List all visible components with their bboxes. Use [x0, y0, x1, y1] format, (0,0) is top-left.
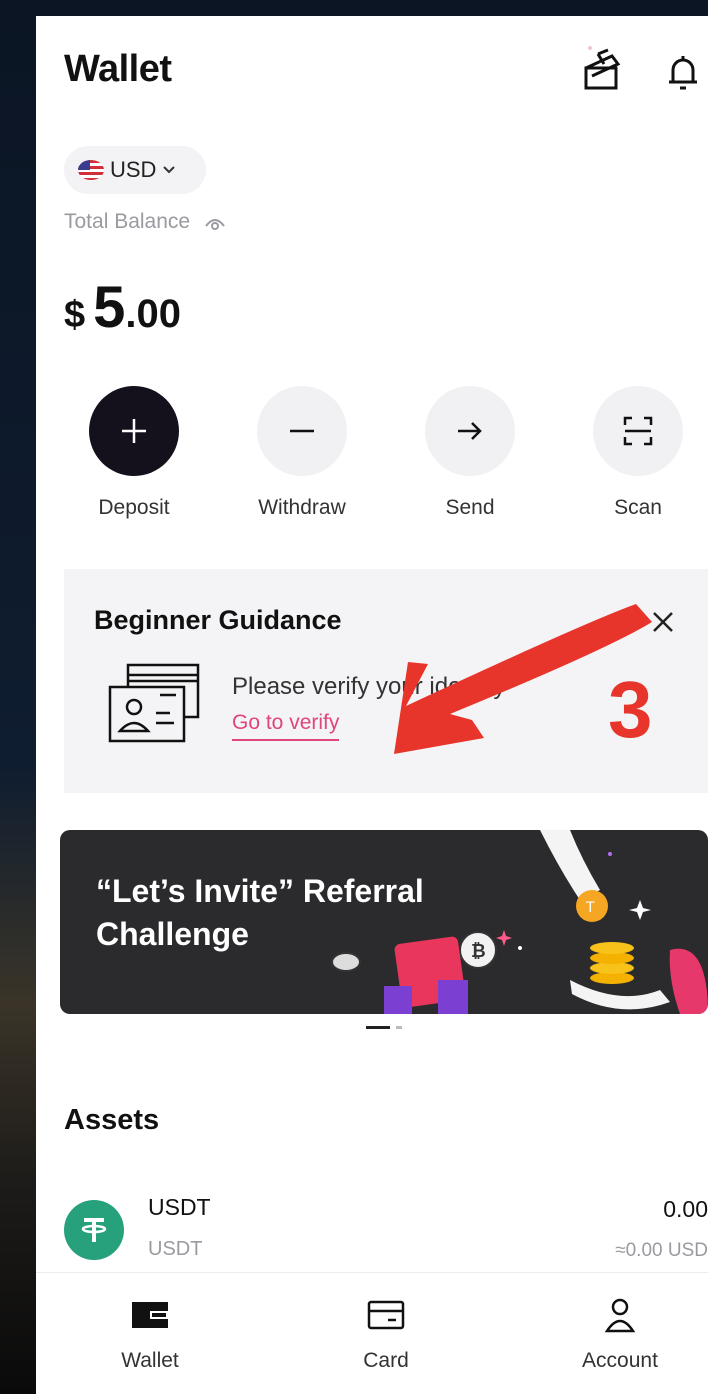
asset-symbol: USDT [148, 1238, 203, 1260]
wallet-icon [132, 1302, 168, 1328]
currency-selector[interactable]: USD [64, 146, 206, 194]
balance-symbol: $ [64, 294, 86, 336]
scan-label: Scan [614, 496, 662, 519]
us-flag-icon [78, 160, 104, 180]
svg-text:T: T [585, 900, 595, 916]
page-title: Wallet [64, 48, 172, 90]
wallet-screen: Wallet USD Total Balance $ 5 .00 Deposit… [36, 16, 708, 1394]
step-number-annotation: 3 [608, 665, 653, 754]
go-to-verify-link[interactable]: Go to verify [232, 711, 340, 741]
arrow-right-icon [458, 422, 482, 440]
send-label: Send [445, 496, 495, 519]
gift-icon[interactable] [582, 44, 622, 92]
eye-icon[interactable] [204, 214, 226, 230]
usdt-coin-icon [64, 1200, 124, 1260]
withdraw-label: Withdraw [258, 496, 346, 519]
send-circle[interactable] [425, 386, 515, 476]
asset-amount: 0.00 [663, 1196, 708, 1222]
deposit-circle[interactable] [89, 386, 179, 476]
asset-row-usdt[interactable]: USDT USDT 0.00 ≈0.00 USD [64, 1188, 708, 1278]
nav-account[interactable]: Account [550, 1295, 690, 1373]
total-balance-row: Total Balance [64, 210, 226, 234]
withdraw-button[interactable]: Withdraw [256, 386, 348, 520]
bell-icon[interactable] [666, 52, 700, 92]
total-balance-label: Total Balance [64, 210, 191, 233]
background-left [0, 0, 36, 1394]
carousel-indicator[interactable] [366, 1026, 402, 1029]
nav-card[interactable]: Card [316, 1295, 456, 1373]
carousel-dot[interactable] [396, 1026, 402, 1029]
card-icon [367, 1300, 405, 1330]
deposit-label: Deposit [98, 496, 170, 519]
asset-usd-value: ≈0.00 USD [615, 1240, 708, 1261]
balance-amount: $ 5 .00 [64, 274, 181, 341]
scan-button[interactable]: Scan [592, 386, 684, 520]
svg-text:₿: ₿ [471, 941, 486, 962]
send-button[interactable]: Send [424, 386, 516, 520]
bottom-nav: Wallet Card Account [36, 1272, 708, 1394]
id-card-icon [108, 663, 200, 743]
withdraw-circle[interactable] [257, 386, 347, 476]
referral-banner[interactable]: “Let’s Invite” Referral Challenge T ₿ [60, 830, 708, 1014]
balance-integer: 5 [93, 275, 126, 340]
nav-wallet-label: Wallet [121, 1349, 179, 1372]
person-icon [604, 1298, 636, 1333]
nav-account-label: Account [582, 1349, 658, 1372]
chevron-down-icon [163, 166, 176, 174]
asset-name: USDT [148, 1194, 211, 1220]
banner-illustration: T ₿ [331, 830, 708, 1014]
scan-icon [623, 416, 653, 446]
guidance-title: Beginner Guidance [94, 605, 342, 635]
background-top [0, 0, 708, 16]
carousel-dot-active[interactable] [366, 1026, 390, 1029]
balance-decimal: .00 [125, 292, 182, 336]
currency-label: USD [110, 157, 157, 182]
nav-card-label: Card [363, 1349, 409, 1372]
nav-wallet[interactable]: Wallet [80, 1295, 220, 1373]
scan-circle[interactable] [593, 386, 683, 476]
plus-icon [122, 419, 146, 443]
assets-heading: Assets [64, 1104, 160, 1136]
deposit-button[interactable]: Deposit [88, 386, 180, 520]
minus-icon [290, 429, 314, 433]
